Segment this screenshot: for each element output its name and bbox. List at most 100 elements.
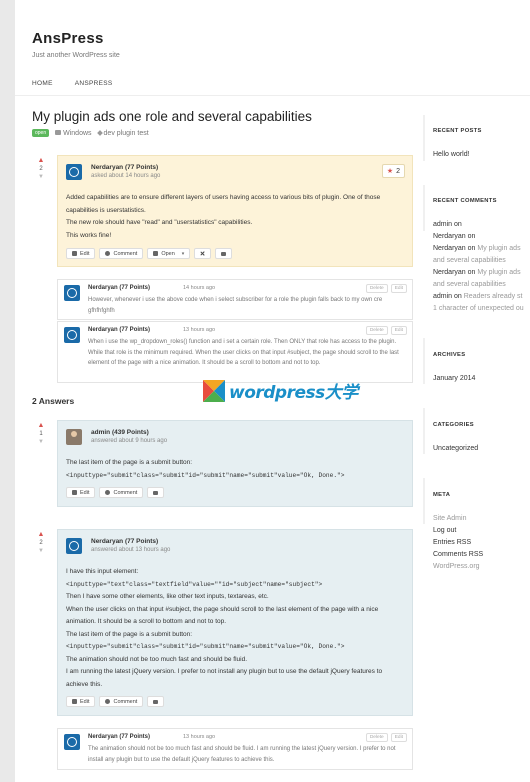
- comment-text: The animation should not be too much fas…: [88, 746, 396, 763]
- category-link[interactable]: Uncategorized: [433, 445, 478, 452]
- category-link[interactable]: Windows: [55, 130, 92, 137]
- favorite-button[interactable]: ★ 2: [381, 164, 405, 178]
- comment-time: 13 hours ago: [183, 327, 216, 333]
- vote-count: 2: [39, 540, 43, 546]
- author-name[interactable]: Nerdaryan (77 Points): [91, 538, 158, 545]
- recent-comment[interactable]: and several capabilities: [433, 281, 506, 288]
- avatar[interactable]: [66, 429, 82, 445]
- answer-line: Then I have some other elements, like ot…: [66, 593, 269, 600]
- pencil-icon: [72, 251, 77, 256]
- answer-actions: Edit Comment: [66, 696, 165, 707]
- post-time: answered about 9 hours ago: [91, 438, 168, 444]
- flag-button[interactable]: [147, 487, 165, 498]
- avatar[interactable]: [64, 327, 80, 343]
- thumbs-down-icon[interactable]: ▼: [35, 438, 47, 446]
- question-actions: Edit Comment Open ▾: [66, 248, 233, 259]
- comment-icon: [105, 490, 111, 495]
- answer-line: The last item of the page is a submit bu…: [66, 630, 193, 638]
- answer-body: I have this input element: <inputtype="t…: [66, 566, 406, 691]
- post-time: answered about 13 hours ago: [91, 547, 171, 553]
- delete-button[interactable]: Delete: [365, 326, 388, 335]
- vote-count: 2: [39, 166, 43, 172]
- edit-button[interactable]: Edit: [66, 696, 96, 707]
- recent-comment[interactable]: and several capabilities: [433, 257, 506, 264]
- watermark-text: wordpress大学: [229, 383, 358, 403]
- edit-button[interactable]: Edit: [66, 248, 96, 259]
- recent-comment[interactable]: Nerdaryan on My plugin ads: [433, 245, 521, 252]
- edit-button[interactable]: Edit: [390, 284, 407, 293]
- comment-actions: Delete Edit: [365, 284, 407, 293]
- delete-button[interactable]: Delete: [365, 733, 388, 742]
- comment-icon: [105, 251, 111, 256]
- meta-link[interactable]: Entries RSS: [433, 539, 471, 546]
- site-tagline: Just another WordPress site: [32, 52, 120, 59]
- recent-comment[interactable]: 1 character of unexpected ou: [433, 305, 524, 312]
- comment-button[interactable]: Comment: [99, 487, 144, 498]
- delete-button[interactable]: Delete: [365, 284, 388, 293]
- comment-author[interactable]: Nerdaryan (77 Points): [88, 734, 150, 740]
- comment-author[interactable]: Nerdaryan (77 Points): [88, 285, 150, 291]
- status-dropdown[interactable]: Open ▾: [147, 248, 191, 259]
- meta-link[interactable]: Comments RSS: [433, 551, 483, 558]
- edit-button[interactable]: Edit: [66, 487, 96, 498]
- widget-title: CATEGORIES: [433, 422, 474, 428]
- recent-comment[interactable]: admin on: [433, 221, 462, 228]
- answer-line: The animation should not be too much fas…: [66, 655, 248, 663]
- comment-item: Nerdaryan (77 Points) 14 hours ago Delet…: [57, 279, 413, 320]
- comment-time: 14 hours ago: [183, 285, 216, 291]
- comment-author[interactable]: Nerdaryan (77 Points): [88, 327, 150, 333]
- question-body: Added capabilities are to ensure differe…: [66, 192, 402, 242]
- edit-button[interactable]: Edit: [390, 733, 407, 742]
- nav-anspress[interactable]: ANSPRESS: [75, 80, 113, 87]
- status-badge: open: [32, 129, 50, 137]
- meta-link[interactable]: Log out: [433, 527, 456, 534]
- meta-link[interactable]: Site Admin: [433, 515, 466, 522]
- avatar[interactable]: [64, 285, 80, 301]
- sidebar: RECENT POSTS Hello world! RECENT COMMENT…: [423, 0, 530, 782]
- avatar[interactable]: [66, 164, 82, 180]
- folder-icon: [55, 130, 62, 135]
- comment-button[interactable]: Comment: [99, 248, 144, 259]
- answer-line: I have this input element:: [66, 568, 139, 575]
- avatar[interactable]: [64, 734, 80, 750]
- close-button[interactable]: [194, 248, 212, 259]
- avatar[interactable]: [66, 538, 82, 554]
- recent-comment[interactable]: admin on Readers already st: [433, 293, 523, 300]
- answer-card: admin (439 Points) answered about 9 hour…: [57, 420, 413, 507]
- wordpress-daxue-logo-icon: [203, 379, 225, 402]
- question-meta: open Windows dev plugin test: [32, 129, 149, 137]
- divider: [423, 338, 425, 384]
- pencil-icon: [72, 699, 77, 704]
- answers-heading: 2 Answers: [32, 396, 75, 406]
- nav-home[interactable]: HOME: [32, 80, 53, 87]
- answer-actions: Edit Comment: [66, 487, 165, 498]
- flag-icon: [153, 490, 159, 495]
- edit-button[interactable]: Edit: [390, 326, 407, 335]
- recent-post-link[interactable]: Hello world!: [433, 151, 470, 158]
- recent-comment[interactable]: Nerdaryan on: [433, 233, 475, 240]
- flag-button[interactable]: [215, 248, 233, 259]
- comment-button[interactable]: Comment: [99, 696, 144, 707]
- flag-icon: [221, 251, 227, 256]
- archive-link[interactable]: January 2014: [433, 375, 475, 382]
- tag-link[interactable]: dev plugin test: [96, 130, 149, 137]
- site-title[interactable]: AnsPress: [32, 30, 104, 47]
- chevron-down-icon: ▾: [181, 250, 185, 257]
- thumbs-down-icon[interactable]: ▼: [35, 547, 47, 555]
- author-name[interactable]: Nerdaryan (77 Points): [91, 164, 158, 171]
- thumbs-up-icon[interactable]: ▲: [35, 531, 47, 539]
- widget-title: ARCHIVES: [433, 352, 466, 358]
- author-name[interactable]: admin (439 Points): [91, 429, 149, 436]
- recent-comment[interactable]: Nerdaryan on My plugin ads: [433, 269, 521, 276]
- code-line: <inputtype="submit"class="submit"id="sub…: [66, 643, 345, 650]
- comment-item: Nerdaryan (77 Points) 13 hours ago Delet…: [57, 321, 413, 383]
- thumbs-down-icon[interactable]: ▼: [35, 173, 47, 181]
- flag-button[interactable]: [147, 696, 165, 707]
- comment-icon: [105, 699, 111, 704]
- thumbs-up-icon[interactable]: ▲: [35, 422, 47, 430]
- answer-line: I am running the latest jQuery version. …: [66, 668, 383, 688]
- code-line: <inputtype="submit"class="submit"id="sub…: [66, 471, 345, 479]
- meta-link[interactable]: WordPress.org: [433, 563, 480, 570]
- thumbs-up-icon[interactable]: ▲: [35, 157, 47, 165]
- divider: [423, 408, 425, 454]
